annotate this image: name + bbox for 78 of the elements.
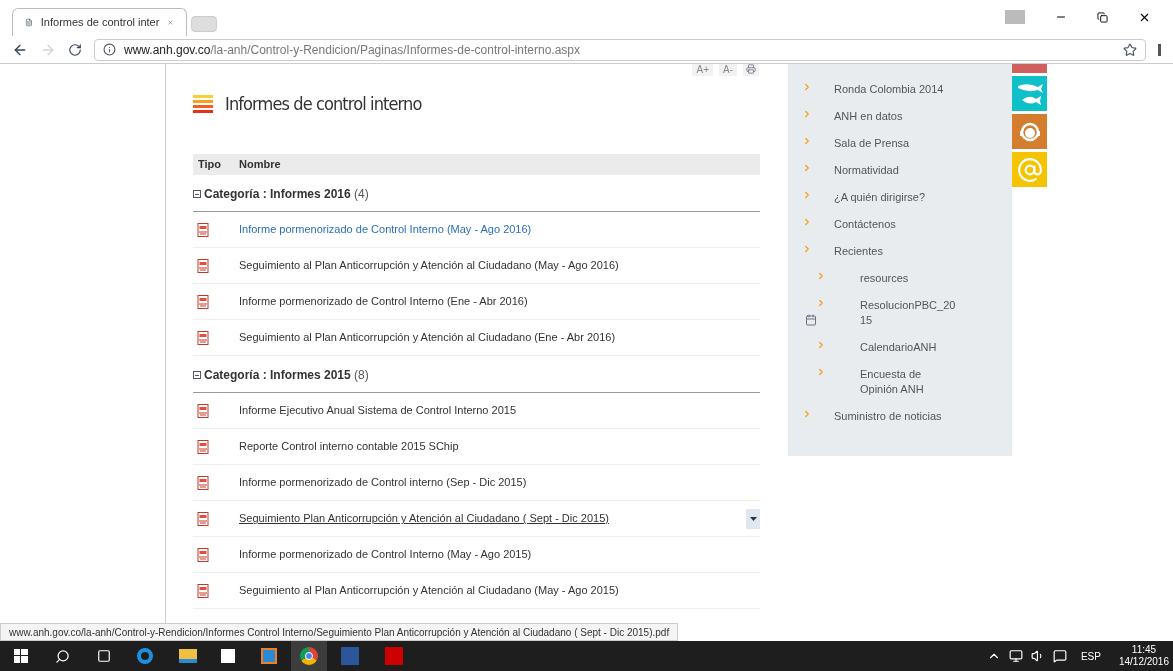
pdf-file-icon — [197, 475, 209, 490]
collapse-icon[interactable] — [193, 190, 201, 198]
pdf-file-icon — [197, 403, 209, 418]
pdf-file-icon — [197, 258, 209, 273]
pdf-file-icon — [197, 583, 209, 598]
status-url: www.anh.gov.co/la-anh/Control-y-Rendicion/Informes Control Interno/Seguimiento Plan Anticorrupción y Atención al Ciudadano ( Sept - Dic 2015).pdf — [0, 623, 679, 641]
chevron-icon — [816, 340, 826, 350]
sidebar-link[interactable]: Normatividad — [834, 163, 899, 178]
pdf-file-icon — [197, 547, 209, 562]
layered-logo-icon — [193, 94, 213, 113]
address-field[interactable]: www.anh.gov.co/la-anh/Control-y-Rendicion/Paginas/Informes-de-control-interno.aspx — [94, 38, 1146, 61]
pdf-file-icon — [197, 294, 209, 309]
table-header: Tipo Nombre — [193, 154, 760, 175]
task-view-icon[interactable] — [97, 649, 111, 663]
dropdown-button[interactable] — [746, 508, 760, 529]
notifications-icon[interactable] — [1052, 649, 1067, 663]
collapse-icon[interactable] — [193, 371, 201, 379]
menu-icon[interactable] — [1158, 43, 1161, 56]
browser-tab[interactable]: Informes de control inter — [12, 8, 187, 36]
network-icon[interactable] — [1008, 649, 1023, 663]
caret-icon — [749, 516, 757, 521]
page-title: Informes de control interno — [225, 92, 422, 116]
pdf-file-icon — [197, 330, 209, 345]
category-heading: Categoría : Informes 2016 (4) — [204, 186, 369, 203]
document-link[interactable]: Seguimiento al Plan Anticorrupción y Atención al Ciudadano (May - Ago 2015) — [239, 582, 619, 599]
restore-icon[interactable] — [1097, 11, 1108, 23]
clock[interactable]: 11:45 14/12/2016 — [1118, 644, 1169, 668]
document-link[interactable]: Seguimiento Plan Anticorrupción y Atención al Ciudadano ( Sept - Dic 2015) — [239, 510, 609, 527]
chevron-icon — [816, 298, 826, 308]
pdf-file-icon — [197, 511, 209, 526]
document-link[interactable]: Informe pormenorizado de Control Interno (Ene - Abr 2016) — [239, 293, 528, 310]
shortcut-tile[interactable] — [1012, 64, 1047, 73]
sidebar-link[interactable]: Suministro de noticias — [834, 409, 942, 424]
sidebar-link[interactable]: Sala de Prensa — [834, 136, 910, 151]
document-link[interactable]: Reporte Control interno contable 2015 SChip — [239, 438, 459, 455]
sidebar-link[interactable]: ¿A quién dirigirse? — [834, 190, 926, 205]
sidebar-link[interactable]: Recientes — [834, 244, 883, 259]
sidebar-link[interactable]: resources — [860, 271, 909, 286]
chevron-icon — [802, 109, 812, 119]
document-link[interactable]: Informe Ejecutivo Anual Sistema de Control Interno 2015 — [239, 402, 516, 419]
chevron-icon — [802, 82, 812, 92]
chevron-icon — [802, 163, 812, 173]
sidebar-link[interactable]: ResolucionPBC_20 15 — [860, 298, 956, 328]
language-indicator[interactable]: ESP — [1080, 648, 1101, 664]
chevron-icon — [802, 217, 812, 227]
page-icon — [25, 16, 33, 29]
document-link[interactable]: Informe pormenorizado de Control Interno (May - Ago 2016) — [239, 221, 532, 238]
sidebar-link[interactable]: Contáctenos — [834, 217, 896, 232]
fish-tile[interactable] — [1012, 76, 1047, 111]
chevron-icon — [802, 136, 812, 146]
windows-start-icon[interactable] — [14, 649, 28, 663]
category-heading: Categoría : Informes 2015 (8) — [204, 367, 369, 384]
sidebar-link[interactable]: ANH en datos — [834, 109, 903, 124]
bookmark-star-icon[interactable] — [1123, 42, 1137, 57]
email-tile[interactable] — [1012, 152, 1047, 187]
chevron-icon — [816, 367, 826, 377]
calendar-icon — [805, 314, 817, 326]
chevron-icon — [802, 244, 812, 254]
edge-browser-icon[interactable] — [137, 648, 153, 664]
document-link[interactable]: Seguimiento al Plan Anticorrupción y Atención al Ciudadano (May - Ago 2016) — [239, 257, 619, 274]
sidebar-link[interactable]: Ronda Colombia 2014 — [834, 82, 944, 97]
chrome-browser-icon[interactable] — [291, 641, 327, 671]
document-link[interactable]: Informe pormenorizado de Control interno (Sep - Dic 2015) — [239, 474, 527, 491]
document-link[interactable]: Informe pormenorizado de Control Interno (May - Ago 2015) — [239, 546, 532, 563]
info-icon — [103, 43, 116, 56]
chevron-icon — [802, 190, 812, 200]
print-button[interactable] — [743, 64, 759, 76]
pdf-file-icon — [197, 439, 209, 454]
document-link[interactable]: Seguimiento al Plan Anticorrupción y Atención al Ciudadano (Ene - Abr 2016) — [239, 329, 616, 346]
pdf-file-icon — [197, 222, 209, 237]
chevron-icon — [802, 409, 812, 419]
sidebar-link[interactable]: Encuesta de Opinión ANH — [860, 367, 924, 397]
reload-icon[interactable] — [68, 42, 82, 57]
search-icon[interactable] — [55, 648, 70, 664]
sidebar-link[interactable]: CalendarioANH — [860, 340, 937, 355]
chevron-icon — [816, 271, 826, 281]
support-tile[interactable] — [1012, 114, 1047, 149]
at-sign-icon — [1016, 156, 1043, 183]
